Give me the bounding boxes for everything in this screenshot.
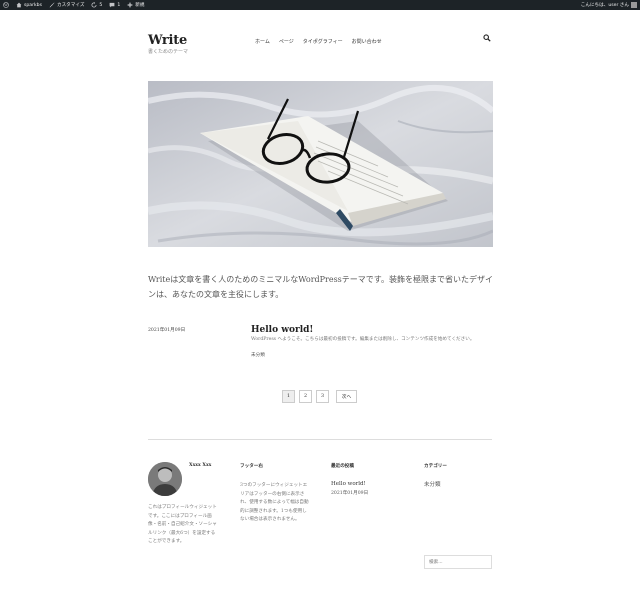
footer-divider bbox=[148, 439, 492, 440]
post-date: 2021年01月09日 bbox=[148, 328, 186, 333]
recent-post-link[interactable]: Hello world! bbox=[331, 481, 366, 487]
search-icon[interactable] bbox=[483, 34, 491, 42]
updates-icon bbox=[91, 2, 97, 8]
admin-bar-customize-label: カスタマイズ bbox=[56, 3, 85, 8]
footer-search-input[interactable] bbox=[424, 555, 492, 569]
profile-name: Xxxx Xxx bbox=[189, 463, 212, 468]
admin-bar-left: W sparkbs カスタマイズ 5 1 新規 bbox=[0, 2, 145, 8]
nav-item-typography[interactable]: タイポグラフィー bbox=[303, 38, 343, 45]
home-icon bbox=[16, 2, 22, 8]
next-page-link[interactable]: 次へ bbox=[336, 390, 357, 403]
plus-icon bbox=[127, 2, 133, 8]
admin-bar-greeting: こんにちは、user さん bbox=[580, 3, 629, 8]
profile-avatar bbox=[148, 462, 182, 496]
admin-bar-comments[interactable]: 1 bbox=[109, 2, 120, 8]
footer-widget-text: 3つのフッターにウィジェットエリアはフッターの右側に表示され、使用する数によって… bbox=[240, 483, 309, 523]
nav-item-home[interactable]: ホーム bbox=[255, 38, 270, 45]
admin-bar-updates[interactable]: 5 bbox=[91, 2, 102, 8]
admin-bar-site-label: sparkbs bbox=[24, 2, 42, 8]
recent-post-date: 2021年01月09日 bbox=[331, 491, 369, 496]
svg-text:W: W bbox=[4, 3, 8, 7]
admin-bar-new-label: 新規 bbox=[135, 3, 145, 8]
categories-heading: カテゴリー bbox=[424, 464, 447, 469]
pagination: 1 2 3 次へ bbox=[282, 390, 357, 403]
book-glasses-photo bbox=[148, 81, 493, 247]
brush-icon bbox=[49, 2, 55, 8]
wordpress-icon: W bbox=[3, 2, 9, 8]
footer-widget-heading: フッター右 bbox=[240, 464, 263, 469]
site-intro: Writeは文章を書く人のためのミニマルなWordPressテーマです。装飾を極… bbox=[148, 275, 493, 299]
nav-item-contact[interactable]: お問い合わせ bbox=[352, 38, 382, 45]
post-title-link[interactable]: Hello world! bbox=[251, 325, 313, 335]
profile-description: これはプロフィールウィジェットです。ここにはプロフィール画像・名前・自己紹介文・… bbox=[148, 505, 217, 545]
nav-item-page[interactable]: ページ bbox=[279, 38, 294, 45]
site-tagline: 書くためのテーマ bbox=[148, 49, 189, 55]
comment-icon bbox=[109, 2, 115, 8]
main-nav: ホーム ページ タイポグラフィー お問い合わせ bbox=[255, 38, 382, 45]
admin-bar-updates-count: 5 bbox=[99, 2, 103, 8]
wp-logo[interactable]: W bbox=[3, 2, 9, 8]
profile-photo bbox=[148, 462, 182, 496]
hero-image bbox=[148, 81, 493, 247]
admin-bar-new[interactable]: 新規 bbox=[127, 2, 145, 8]
post-category-link[interactable]: 未分類 bbox=[251, 352, 265, 358]
admin-bar-comments-count: 1 bbox=[117, 2, 121, 8]
admin-avatar bbox=[631, 2, 637, 8]
page-3-link[interactable]: 3 bbox=[316, 390, 329, 403]
site-title[interactable]: Write bbox=[148, 33, 187, 48]
recent-posts-heading: 最近の投稿 bbox=[331, 464, 354, 469]
category-link[interactable]: 未分類 bbox=[424, 480, 441, 488]
post-excerpt: WordPress へようこそ。こちらは最初の投稿です。編集または削除し、コンテ… bbox=[251, 337, 475, 342]
admin-bar: W sparkbs カスタマイズ 5 1 新規 こんにちは、user さん bbox=[0, 0, 640, 10]
page-1-current: 1 bbox=[282, 390, 295, 403]
admin-bar-account[interactable]: こんにちは、user さん bbox=[581, 0, 637, 10]
admin-bar-site[interactable]: sparkbs bbox=[16, 2, 42, 8]
admin-bar-customize[interactable]: カスタマイズ bbox=[49, 2, 84, 8]
page-2-link[interactable]: 2 bbox=[299, 390, 312, 403]
